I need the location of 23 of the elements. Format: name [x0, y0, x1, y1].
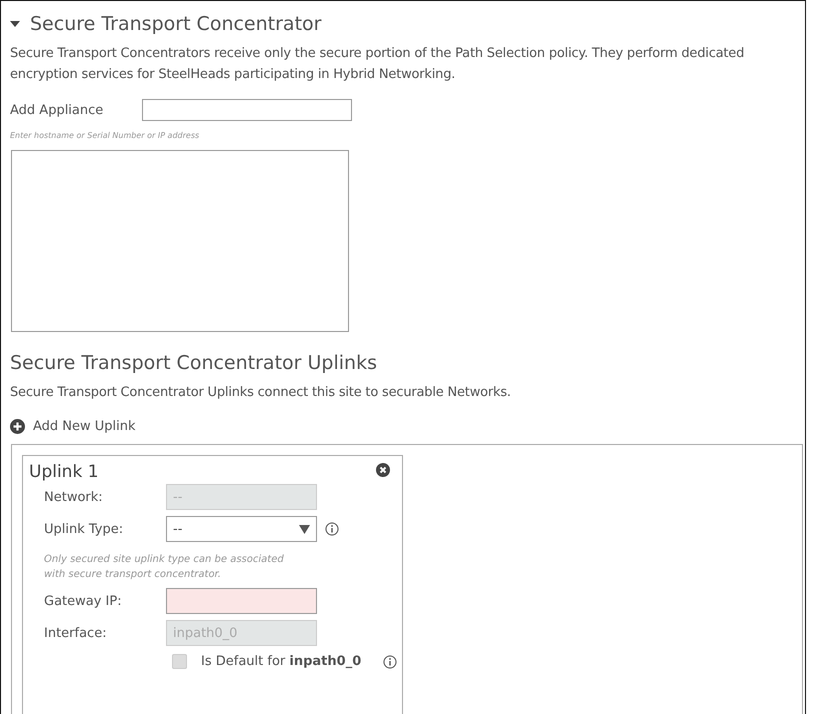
add-uplink-button[interactable]: Add New Uplink	[10, 419, 136, 434]
field-label: Uplink Type:	[44, 522, 124, 536]
section-title: Secure Transport Concentrator	[30, 13, 322, 35]
info-icon[interactable]	[325, 522, 339, 536]
close-icon[interactable]	[376, 463, 390, 477]
section-description: Secure Transport Concentrators receive only the secure portion of the Path Selection policy. They perform dedicated encryption services for SteelHeads participating in Hybrid Networking.	[10, 45, 746, 84]
field-note: Only secured site uplink type can be associated with secure transport concentrator.	[44, 553, 285, 582]
field-label: Network:	[44, 490, 104, 504]
field-label: Interface:	[44, 626, 108, 640]
uplink-type-select[interactable]: --	[166, 516, 317, 542]
checkbox-label: Is Default for inpath0_0	[201, 654, 362, 669]
info-icon[interactable]	[383, 654, 398, 668]
appliance-input[interactable]	[142, 99, 352, 121]
field-hint: Enter hostname or Serial Number or IP address	[10, 131, 200, 140]
section-title: Secure Transport Concentrator Uplinks	[10, 352, 378, 374]
text-field[interactable]	[166, 588, 317, 614]
field-label: Add Appliance	[10, 102, 104, 118]
field-label: Gateway IP:	[44, 594, 123, 608]
section-description: Secure Transport Concentrator Uplinks connect this site to securable Networks.	[10, 384, 512, 402]
plus-icon	[10, 419, 25, 434]
collapse-triangle-icon[interactable]	[10, 20, 20, 28]
dropdown-caret-icon	[299, 524, 310, 534]
uplink-title: Uplink 1	[29, 462, 99, 482]
